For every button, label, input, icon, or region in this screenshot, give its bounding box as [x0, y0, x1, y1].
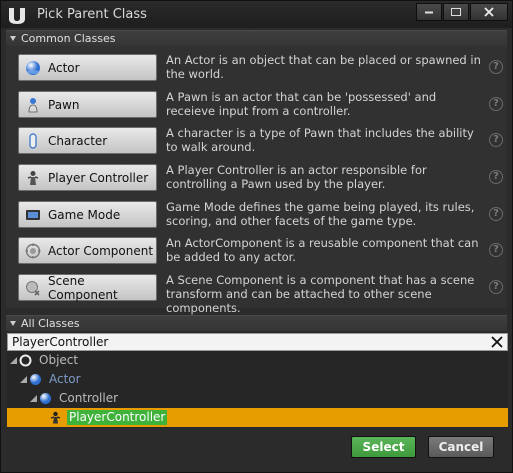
player-controller-button[interactable]: Player Controller [18, 164, 157, 191]
class-row-game-mode: Game Mode Game Mode defines the game bei… [6, 197, 507, 233]
character-button[interactable]: Character [18, 127, 157, 154]
close-button[interactable] [470, 3, 508, 21]
window-title: Pick Parent Class [37, 7, 147, 22]
help-icon[interactable]: ? [489, 97, 503, 111]
expanded-arrow-icon[interactable] [20, 376, 27, 383]
class-row-character: Character A character is a type of Pawn … [6, 123, 507, 159]
common-classes-header-label: Common Classes [21, 32, 116, 45]
character-icon [25, 132, 41, 149]
all-classes-header-label: All Classes [21, 317, 80, 330]
actor-component-button-label: Actor Component [48, 243, 154, 258]
character-description: A character is a type of Pawn that inclu… [166, 126, 474, 154]
actor-component-icon [25, 243, 41, 259]
sphere-icon [40, 393, 51, 404]
minimize-button[interactable] [416, 3, 442, 21]
class-row-pawn: Pawn A Pawn is an actor that can be 'pos… [6, 87, 507, 123]
object-icon [19, 354, 32, 367]
unreal-logo-icon [9, 8, 25, 24]
tree-item-label: Object [39, 353, 79, 367]
class-tree: Object Actor Controller PlayerController [7, 351, 508, 428]
actor-component-description: An ActorComponent is a reusable componen… [166, 236, 479, 264]
help-icon[interactable]: ? [489, 243, 503, 257]
scene-component-button-label: Scene Component [48, 273, 118, 302]
pick-parent-class-dialog: Pick Parent Class Common Classes Actor A… [0, 0, 513, 473]
pawn-icon [25, 97, 41, 113]
common-classes-panel: Actor An Actor is an object that can be … [6, 46, 507, 315]
tree-item-object[interactable]: Object [7, 351, 508, 370]
help-icon[interactable]: ? [489, 170, 503, 184]
scene-component-button[interactable]: Scene Component [18, 273, 157, 302]
collapse-arrow-icon [10, 36, 16, 41]
sphere-icon [25, 60, 41, 76]
character-button-label: Character [48, 133, 108, 148]
class-search-input[interactable]: PlayerController [7, 333, 508, 351]
tree-item-label: Actor [49, 372, 81, 386]
all-classes-header[interactable]: All Classes [6, 315, 507, 331]
actor-description: An Actor is an object that can be placed… [166, 53, 481, 81]
clear-search-icon[interactable] [489, 334, 505, 350]
tree-item-player-controller[interactable]: PlayerController [7, 408, 508, 427]
game-mode-icon [25, 207, 41, 223]
game-mode-description: Game Mode defines the game being played,… [166, 200, 475, 228]
player-controller-description: A Player Controller is an actor responsi… [166, 163, 427, 191]
pawn-button[interactable]: Pawn [18, 91, 157, 118]
help-icon[interactable]: ? [489, 207, 503, 221]
tree-item-actor[interactable]: Actor [7, 370, 508, 389]
game-mode-button-label: Game Mode [48, 207, 121, 222]
expanded-arrow-icon[interactable] [30, 395, 37, 402]
game-mode-button[interactable]: Game Mode [18, 201, 157, 228]
player-controller-button-label: Player Controller [48, 170, 149, 185]
collapse-arrow-icon [10, 321, 16, 326]
title-bar[interactable]: Pick Parent Class [1, 1, 512, 28]
actor-button[interactable]: Actor [18, 54, 157, 81]
pawn-description: A Pawn is an actor that can be 'possesse… [166, 90, 437, 118]
scene-component-description: A Scene Component is a component that ha… [166, 273, 475, 315]
class-row-scene-component: Scene Component A Scene Component is a c… [6, 270, 507, 315]
tree-item-controller[interactable]: Controller [7, 389, 508, 408]
class-row-actor-component: Actor Component An ActorComponent is a r… [6, 233, 507, 269]
maximize-button[interactable] [443, 3, 469, 21]
tree-item-label: PlayerController [67, 410, 168, 425]
scene-component-icon [25, 280, 41, 296]
help-icon[interactable]: ? [489, 133, 503, 147]
player-controller-icon [50, 411, 61, 424]
pawn-button-label: Pawn [48, 97, 80, 112]
expanded-arrow-icon[interactable] [10, 357, 17, 364]
help-icon[interactable]: ? [489, 280, 503, 294]
class-row-player-controller: Player Controller A Player Controller is… [6, 160, 507, 196]
select-button[interactable]: Select [351, 436, 416, 458]
actor-component-button[interactable]: Actor Component [18, 237, 157, 264]
player-controller-icon [25, 170, 41, 186]
cancel-button[interactable]: Cancel [428, 436, 494, 458]
minimize-icon [425, 11, 433, 14]
actor-button-label: Actor [48, 60, 80, 75]
close-icon [484, 7, 494, 17]
help-icon[interactable]: ? [489, 60, 503, 74]
tree-item-label: Controller [59, 391, 119, 405]
class-row-actor: Actor An Actor is an object that can be … [6, 50, 507, 86]
class-search-value: PlayerController [12, 335, 109, 349]
sphere-icon [30, 374, 41, 385]
maximize-icon [451, 8, 461, 16]
common-classes-header[interactable]: Common Classes [6, 30, 507, 46]
